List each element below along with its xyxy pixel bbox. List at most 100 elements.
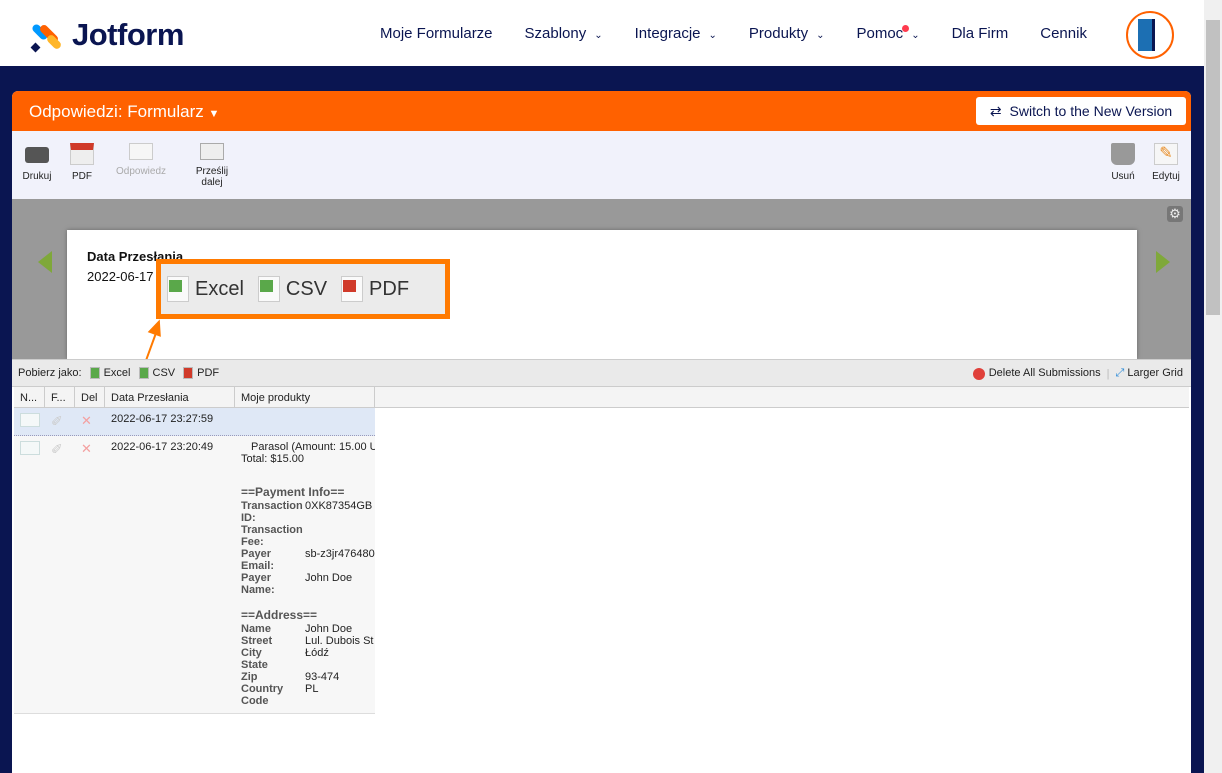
column-header-flag[interactable]: F... <box>45 387 75 407</box>
delete-all-button[interactable]: Delete All Submissions <box>972 367 1101 380</box>
pdf-button[interactable]: PDF <box>57 143 107 182</box>
nav-szablony[interactable]: Szablony ⌄ <box>525 25 603 42</box>
detail-value: 0XK87354GB <box>305 500 373 512</box>
nav-label: Szablony <box>524 25 587 42</box>
grid-header: N... F... Del Data Przesłania Moje produ… <box>14 387 1189 408</box>
nav-label: Integracje <box>634 25 701 42</box>
caret-down-icon: ▼ <box>208 108 220 120</box>
nav-produkty[interactable]: Produkty ⌄ <box>749 25 825 42</box>
detail-key: Zip <box>241 671 258 683</box>
detail-row: Street Lul. Dubois St <box>241 635 375 647</box>
detail-row: Country Code PL <box>241 683 375 707</box>
detail-value: PL <box>305 683 319 695</box>
nav-integracje[interactable]: Integracje ⌄ <box>635 25 717 42</box>
date-cell: 2022-06-17 23:27:59 <box>111 413 214 425</box>
divider: | <box>1106 367 1110 380</box>
logo-text: Jotform <box>72 17 184 52</box>
table-row[interactable]: ✐ ✕ 2022-06-17 23:27:59 <box>14 408 375 436</box>
print-label: Drukuj <box>22 171 52 182</box>
delete-cell[interactable]: ✕ <box>75 436 105 713</box>
edit-label: Edytuj <box>1152 171 1180 182</box>
detail-row: Name John Doe <box>241 623 375 635</box>
top-header: Jotform Moje Formularze Szablony ⌄ Integr… <box>0 0 1204 68</box>
csv-icon <box>138 367 149 380</box>
chevron-down-icon: ⌄ <box>816 30 825 41</box>
products-cell: Parasol (Amount: 15.00 USD Total: $15.00… <box>235 436 375 713</box>
download-bar: Pobierz jako: Excel CSV PDF Delete All S… <box>12 359 1191 387</box>
flag-icon: ✐ <box>51 441 63 457</box>
previous-arrow-icon[interactable] <box>38 251 52 273</box>
delete-all-label: Delete All Submissions <box>988 367 1101 380</box>
download-pdf-link[interactable]: PDF <box>183 366 220 380</box>
edit-button[interactable]: ✎ Edytuj <box>1141 143 1191 182</box>
form-title: Odpowiedzi: Formularz <box>29 102 204 121</box>
detail-value: John Doe <box>305 572 353 584</box>
print-button[interactable]: Drukuj <box>12 143 62 182</box>
pdf-label: PDF <box>72 171 92 182</box>
column-header-products[interactable]: Moje produkty <box>235 387 375 407</box>
nav-cennik[interactable]: Cennik <box>1040 25 1087 42</box>
detail-key: Transaction Fee: <box>241 524 303 548</box>
column-header-del[interactable]: Del <box>75 387 105 407</box>
download-csv-label: CSV <box>152 366 176 379</box>
forward-button[interactable]: Prześlij dalej <box>187 143 237 188</box>
chevron-down-icon: ⌄ <box>594 30 603 41</box>
detail-key: Name <box>241 623 271 635</box>
detail-row: Transaction ID: 0XK87354GB <box>241 500 375 524</box>
total: Total: $15.00 <box>241 453 304 465</box>
preview-area: ⚙ Data Przesłania 2022-06-17 Excel CSV P… <box>12 199 1191 366</box>
detail-value: 93-474 <box>305 671 340 683</box>
notification-dot <box>902 25 910 32</box>
forward-mail-icon <box>200 143 224 160</box>
pdf-icon <box>183 367 194 380</box>
page-scrollbar[interactable] <box>1204 0 1222 773</box>
download-pdf-label: PDF <box>197 366 220 379</box>
excel-icon <box>89 367 100 380</box>
callout-excel-label: Excel <box>195 277 244 300</box>
detail-row: Zip 93-474 <box>241 671 375 683</box>
detail-value: John Doe <box>305 623 353 635</box>
download-excel-link[interactable]: Excel <box>89 367 131 380</box>
flag-icon: ✐ <box>51 413 63 429</box>
column-header-date[interactable]: Data Przesłania <box>105 387 235 407</box>
flag-cell[interactable]: ✐ <box>45 436 75 713</box>
jotform-logo[interactable]: Jotform <box>30 17 184 53</box>
detail-key: Payer Name: <box>241 572 275 596</box>
callout-csv: CSV <box>257 276 327 302</box>
chevron-down-icon: ⌄ <box>911 30 920 41</box>
download-csv-link[interactable]: CSV <box>138 366 176 380</box>
main-nav: Moje Formularze Szablony ⌄ Integracje ⌄ Pr… <box>380 25 1119 42</box>
nav-pomoc[interactable]: Pomoc ⌄ <box>857 25 920 42</box>
delete-circle-icon <box>972 367 985 380</box>
reply-button[interactable]: Odpowiedz <box>111 143 171 177</box>
gear-icon[interactable]: ⚙ <box>1167 206 1183 222</box>
envelope-icon <box>20 441 40 455</box>
logo-icon <box>30 19 63 53</box>
detail-value: Łódź <box>305 647 329 659</box>
delete-x-icon: ✕ <box>81 441 92 456</box>
read-cell <box>14 436 45 713</box>
nav-label: Pomoc <box>856 25 904 42</box>
nav-label: Moje Formularze <box>380 25 493 42</box>
date-cell: 2022-06-17 23:20:49 <box>111 441 214 453</box>
user-avatar[interactable] <box>1126 11 1174 59</box>
table-row[interactable]: ✐ ✕ 2022-06-17 23:20:49 Parasol (Amount:… <box>14 436 375 714</box>
callout-excel: Excel <box>167 276 244 302</box>
switch-version-button[interactable]: ⇄ Switch to the New Version <box>976 97 1186 125</box>
larger-grid-label: Larger Grid <box>1127 367 1183 379</box>
detail-key: State <box>241 659 268 671</box>
next-arrow-icon[interactable] <box>1156 251 1170 273</box>
delete-x-icon: ✕ <box>81 413 92 428</box>
column-header-new[interactable]: N... <box>14 387 45 407</box>
chevron-down-icon: ⌄ <box>708 30 717 41</box>
nav-label: Dla Firm <box>951 25 1009 42</box>
nav-moje-formularze[interactable]: Moje Formularze <box>380 25 493 42</box>
flag-cell[interactable]: ✐ <box>45 408 75 435</box>
address-header: ==Address== <box>241 608 318 622</box>
form-title-dropdown[interactable]: Odpowiedzi: Formularz ▼ <box>29 102 219 122</box>
scrollbar-thumb[interactable] <box>1206 20 1220 315</box>
delete-cell[interactable]: ✕ <box>75 408 105 435</box>
nav-dla-firm[interactable]: Dla Firm <box>952 25 1009 42</box>
detail-row: City Łódź <box>241 647 375 659</box>
larger-grid-button[interactable]: ⤢ Larger Grid <box>1115 367 1183 380</box>
